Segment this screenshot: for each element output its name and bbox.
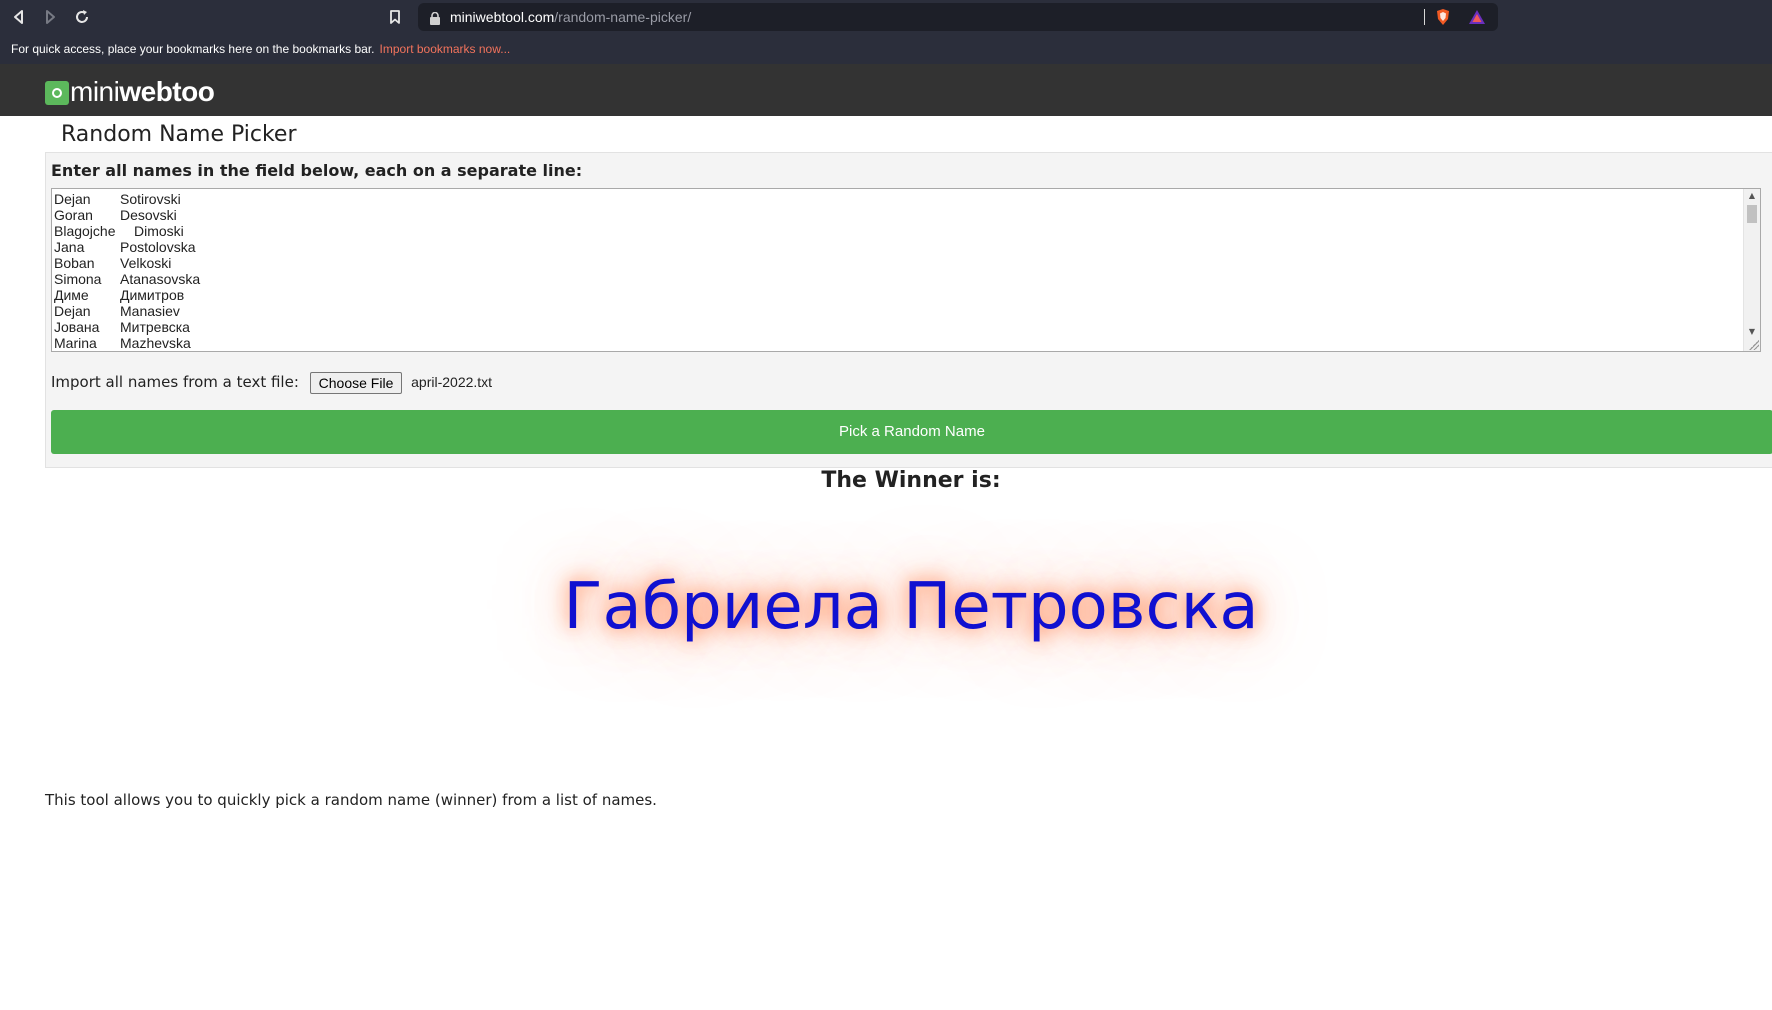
pick-random-name-button[interactable]: Pick a Random Name	[51, 410, 1772, 454]
logo-text-light: mini	[70, 76, 120, 107]
browser-toolbar: miniwebtool.com/random-name-picker/	[0, 0, 1772, 34]
first-name: Boban	[54, 255, 95, 271]
brave-shield-icon[interactable]	[1434, 8, 1452, 26]
last-name: Митревска	[120, 319, 190, 335]
resize-grip-icon[interactable]	[1749, 340, 1759, 350]
last-name: Atanasovska	[120, 271, 201, 287]
brave-rewards-icon[interactable]	[1468, 8, 1486, 26]
picker-form: Enter all names in the field below, each…	[45, 152, 1772, 468]
choose-file-button[interactable]: Choose File	[309, 371, 403, 394]
name-line: Simona Atanasovska	[54, 271, 200, 287]
bookmarks-bar: For quick access, place your bookmarks h…	[0, 34, 1772, 64]
name-line: Јована Митревска	[54, 319, 190, 335]
last-name: Mazhevska	[120, 335, 191, 351]
last-name: Димитров	[120, 287, 185, 303]
first-name: Goran	[54, 207, 93, 223]
url-path: /random-name-picker/	[554, 9, 692, 25]
scroll-up-arrow-icon[interactable]: ▲	[1744, 189, 1760, 203]
scroll-down-arrow-icon[interactable]: ▼	[1744, 325, 1760, 339]
page-title: Random Name Picker	[61, 122, 297, 147]
bookmark-icon[interactable]	[384, 6, 406, 28]
site-header: miniwebtool	[0, 64, 1772, 116]
last-name: Velkoski	[120, 255, 172, 271]
import-bookmarks-link[interactable]: Import bookmarks now...	[380, 42, 511, 56]
name-line: Диме Димитров	[54, 287, 184, 303]
names-textarea[interactable]: Dejan Sotirovski Goran Desovski Blagojche D…	[51, 188, 1761, 352]
import-row: Import all names from a text file: Choos…	[51, 370, 492, 394]
name-line: Dejan Manasiev	[54, 303, 180, 319]
winner-name: Габриела Петровска	[563, 570, 1259, 644]
selected-file-name: april-2022.txt	[411, 374, 493, 390]
name-line: Jana Postolovska	[54, 239, 195, 255]
last-name: Manasiev	[120, 303, 180, 319]
first-name: Jana	[54, 239, 85, 255]
first-name: Simona	[54, 271, 102, 287]
first-name: Marina	[54, 335, 97, 351]
last-name: Desovski	[120, 207, 177, 223]
last-name: Sotirovski	[120, 191, 181, 207]
name-line: Dejan Sotirovski	[54, 191, 181, 207]
logo-text-bold: webtool	[119, 76, 215, 107]
name-line: Marina Mazhevska	[54, 335, 191, 351]
names-instructions: Enter all names in the field below, each…	[51, 161, 583, 180]
lock-icon	[430, 10, 440, 25]
first-name: Dejan	[54, 191, 91, 207]
last-name: Dimoski	[134, 223, 184, 239]
last-name: Postolovska	[120, 239, 196, 255]
import-label: Import all names from a text file:	[51, 373, 299, 391]
first-name: Blagojche	[54, 223, 116, 239]
first-name: Јована	[54, 319, 100, 335]
textarea-scrollbar[interactable]: ▲ ▼	[1743, 189, 1760, 351]
url-separator	[1424, 9, 1425, 25]
name-line: Blagojche Dimoski	[54, 223, 184, 239]
first-name: Диме	[54, 287, 89, 303]
site-logo[interactable]: miniwebtool	[45, 74, 215, 114]
winner-label: The Winner is:	[821, 468, 1001, 493]
name-line: Goran Desovski	[54, 207, 177, 223]
address-bar[interactable]: miniwebtool.com/random-name-picker/	[418, 3, 1498, 31]
gear-icon	[45, 81, 69, 105]
scroll-thumb[interactable]	[1747, 205, 1757, 223]
name-line: Boban Velkoski	[54, 255, 171, 271]
url-domain: miniwebtool.com	[450, 9, 555, 25]
forward-icon[interactable]	[39, 6, 61, 28]
tool-description: This tool allows you to quickly pick a r…	[45, 791, 657, 809]
back-icon[interactable]	[8, 6, 30, 28]
bookmarks-message: For quick access, place your bookmarks h…	[11, 42, 375, 56]
url-text: miniwebtool.com/random-name-picker/	[450, 3, 691, 31]
first-name: Dejan	[54, 303, 91, 319]
reload-icon[interactable]	[71, 6, 93, 28]
